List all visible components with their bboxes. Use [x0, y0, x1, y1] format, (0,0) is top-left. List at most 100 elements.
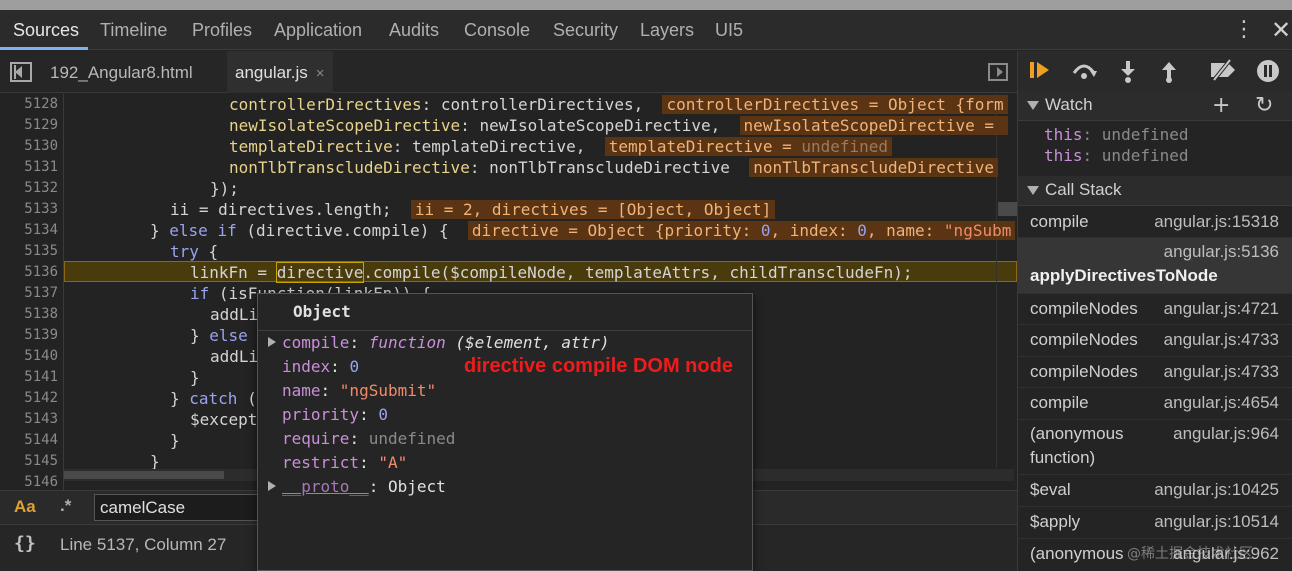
line-number[interactable]: 5131 [0, 157, 58, 178]
inline-number: 0 [760, 221, 771, 240]
property-key: index [282, 357, 331, 376]
code-line-5144: } [170, 431, 180, 450]
property-row-proto[interactable]: __proto__: Object [282, 475, 446, 499]
line-number[interactable]: 5135 [0, 241, 58, 262]
call-frame-location: angular.js:10514 [1154, 512, 1279, 531]
refresh-watch-icon[interactable]: ↻ [1255, 93, 1273, 119]
line-number[interactable]: 5136 [0, 262, 58, 283]
property-value: 0 [378, 405, 388, 424]
line-number[interactable]: 5142 [0, 388, 58, 409]
line-number[interactable]: 5129 [0, 115, 58, 136]
tab-application[interactable]: Application [274, 10, 362, 50]
watch-title: Watch [1045, 95, 1093, 114]
property-row-require: require: undefined [282, 427, 455, 451]
call-frame[interactable]: (anonymous function) angular.js:964 [1018, 420, 1292, 475]
tab-timeline[interactable]: Timeline [100, 10, 167, 50]
code-token: .compile($compileNode, templateAttrs, ch… [363, 263, 913, 282]
resume-icon[interactable] [1026, 59, 1054, 85]
code-line-5140: addLi [210, 347, 259, 366]
property-row-compile[interactable]: compile: function ($element, attr) [282, 331, 610, 355]
file-tab-label: angular.js [235, 63, 308, 82]
toggle-debugger-icon[interactable] [988, 63, 1008, 81]
call-frame[interactable]: compile angular.js:15318 [1018, 207, 1292, 238]
line-number[interactable]: 5141 [0, 367, 58, 388]
watch-key: this [1044, 146, 1083, 165]
deactivate-breakpoints-icon[interactable] [1208, 58, 1236, 85]
tab-layers[interactable]: Layers [640, 10, 694, 50]
close-tab-icon[interactable]: × [316, 65, 325, 82]
line-number[interactable]: 5143 [0, 409, 58, 430]
step-into-icon[interactable] [1114, 59, 1142, 85]
keyword-catch: catch [189, 389, 238, 408]
line-number[interactable]: 5128 [0, 94, 58, 115]
line-number[interactable]: 5133 [0, 199, 58, 220]
call-stack-section-header[interactable]: Call Stack [1018, 176, 1292, 206]
line-number[interactable]: 5132 [0, 178, 58, 199]
keyword-if: if [190, 284, 210, 303]
regex-toggle[interactable]: .* [60, 496, 71, 516]
line-number[interactable]: 5130 [0, 136, 58, 157]
line-number[interactable]: 5134 [0, 220, 58, 241]
property-key: require [282, 429, 350, 448]
watch-expression[interactable]: this: undefined [1044, 125, 1189, 144]
line-number[interactable]: 5145 [0, 451, 58, 472]
step-over-icon[interactable] [1070, 59, 1098, 85]
call-frame[interactable]: compileNodes angular.js:4733 [1018, 325, 1292, 357]
inline-value: newIsolateScopeDirective = [739, 116, 1008, 135]
add-watch-icon[interactable]: + [1212, 93, 1230, 119]
watch-section-header[interactable]: Watch + ↻ [1018, 91, 1292, 121]
call-frame[interactable]: $eval angular.js:10425 [1018, 475, 1292, 507]
call-frame[interactable]: compileNodes angular.js:4733 [1018, 357, 1292, 388]
tab-security[interactable]: Security [553, 10, 618, 50]
hovered-expression[interactable]: directive [275, 262, 365, 283]
code-line-5136: linkFn = directive.compile($compileNode,… [190, 262, 912, 283]
tab-audits[interactable]: Audits [389, 10, 439, 50]
call-frame[interactable]: $apply angular.js:10514 [1018, 507, 1292, 539]
tab-console[interactable]: Console [464, 10, 530, 50]
call-frame-location: angular.js:10425 [1154, 480, 1279, 499]
file-tab-html[interactable]: 192_Angular8.html [50, 51, 193, 93]
call-frame-selected[interactable]: angular.js:5136 applyDirectivesToNode [1018, 238, 1292, 294]
file-tab-angular-js[interactable]: angular.js × [227, 51, 333, 93]
toggle-navigator-icon[interactable] [10, 62, 32, 82]
line-number[interactable]: 5144 [0, 430, 58, 451]
line-number[interactable]: 5146 [0, 472, 58, 490]
property-row-index: index: 0 [282, 355, 359, 379]
call-frame-name: compile [1030, 393, 1089, 412]
watch-expression[interactable]: this: undefined [1044, 146, 1189, 165]
call-frame[interactable]: compile angular.js:4654 [1018, 388, 1292, 420]
tab-sources[interactable]: Sources [13, 10, 79, 50]
code-line-5130: templateDirective: templateDirective, te… [229, 136, 893, 157]
call-frame[interactable]: compileNodes angular.js:4721 [1018, 294, 1292, 325]
call-frame-name: $eval [1030, 480, 1071, 499]
line-number[interactable]: 5138 [0, 304, 58, 325]
close-devtools-icon[interactable]: ✕ [1270, 18, 1292, 42]
tab-profiles[interactable]: Profiles [192, 10, 252, 50]
code-line-5128: controllerDirectives: controllerDirectiv… [229, 94, 1008, 115]
watch-separator: : [1082, 125, 1102, 144]
code-line-5134: } else if (directive.compile) { directiv… [150, 220, 1016, 241]
code-token: ii = directives.length; [170, 200, 392, 219]
call-frame-name: compileNodes [1030, 330, 1138, 349]
line-number[interactable]: 5139 [0, 325, 58, 346]
watermark: @稀土掘金技术社区 [1127, 546, 1253, 562]
pause-on-exceptions-icon[interactable] [1254, 59, 1282, 85]
more-options-icon[interactable]: ⋮ [1233, 18, 1255, 42]
pretty-print-icon[interactable]: {} [14, 533, 36, 554]
match-case-toggle[interactable]: Aa [14, 497, 36, 517]
line-number[interactable]: 5137 [0, 283, 58, 304]
property-separator: : [349, 429, 369, 448]
line-number[interactable]: 5140 [0, 346, 58, 367]
call-frame-location: angular.js:15318 [1154, 212, 1279, 231]
step-out-icon[interactable] [1155, 59, 1183, 85]
code-token: } [190, 326, 210, 345]
call-frame-name: compileNodes [1030, 299, 1138, 318]
property-separator: : [359, 405, 379, 424]
horizontal-scrollbar-thumb[interactable] [64, 471, 224, 479]
tab-ui5[interactable]: UI5 [715, 10, 743, 50]
vertical-scrollbar-thumb[interactable] [998, 202, 1017, 216]
keyword-else: else [169, 221, 208, 240]
expand-arrow-icon[interactable] [268, 337, 276, 347]
expand-arrow-icon[interactable] [268, 481, 276, 491]
property-separator: : [359, 453, 379, 472]
